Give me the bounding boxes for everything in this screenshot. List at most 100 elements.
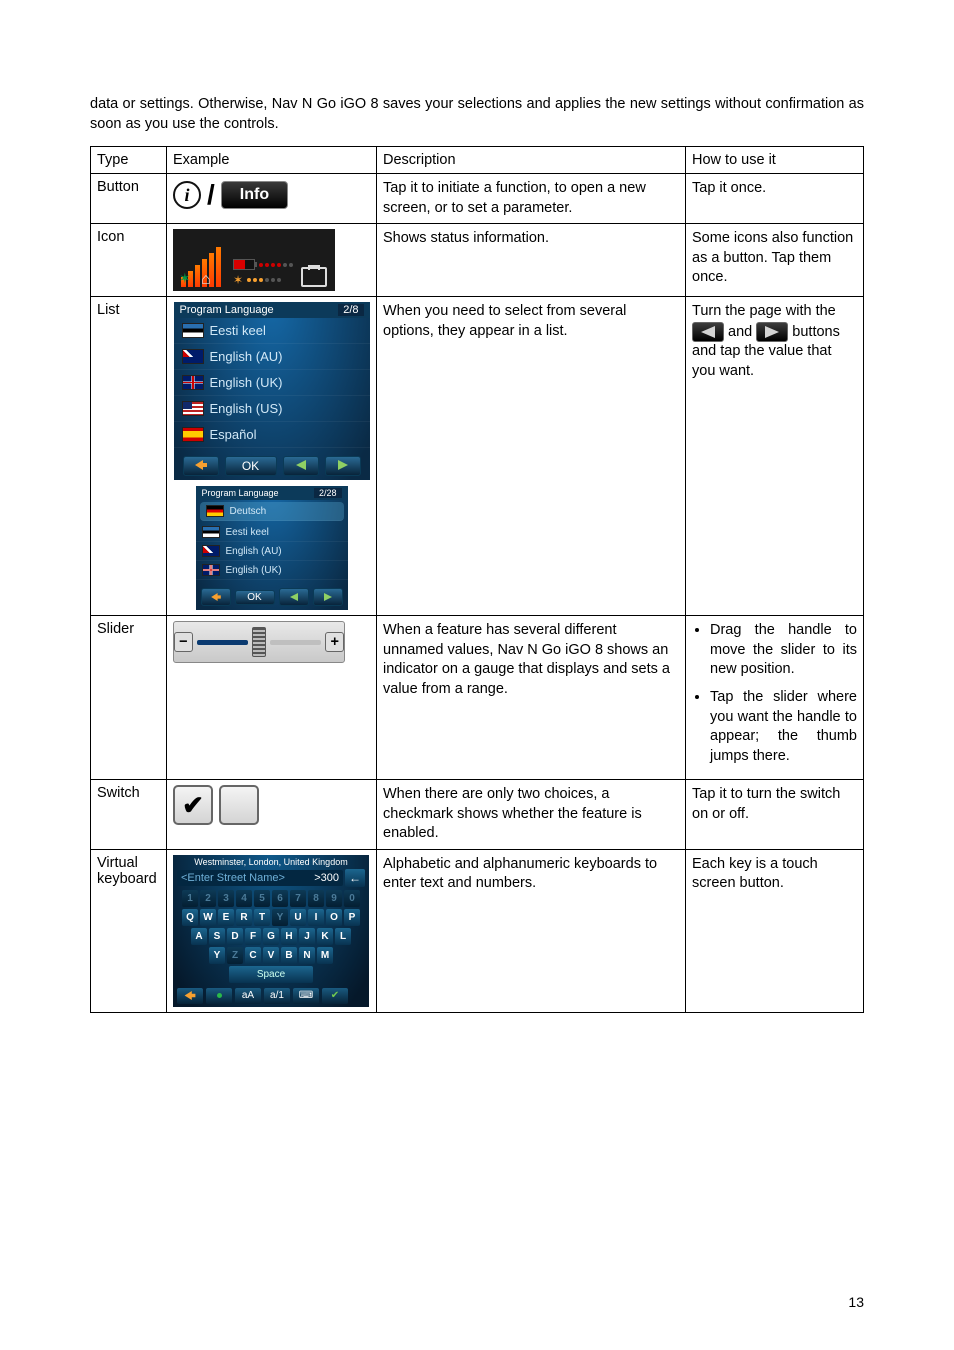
info-button[interactable]: Info (221, 181, 288, 209)
key[interactable]: L (335, 928, 351, 945)
kb-row: 1 2 3 4 5 6 7 8 9 0 (177, 890, 365, 907)
prev-arrow-icon[interactable] (692, 322, 724, 342)
type-cell: Virtual keyboard (91, 849, 167, 1012)
key[interactable]: V (263, 947, 279, 964)
vk-mode-button[interactable]: a/1 (264, 988, 290, 1004)
hdr-type: Type (91, 147, 167, 174)
slider-control[interactable]: − + (173, 621, 345, 663)
list-item[interactable]: English (AU) (174, 344, 370, 370)
list-item[interactable]: English (UK) (174, 370, 370, 396)
key[interactable]: 1 (182, 890, 198, 907)
kb-row: A S D F G H J K L (177, 928, 365, 945)
list-item[interactable]: Español (174, 422, 370, 448)
row-virtual-keyboard: Virtual keyboard Westminster, London, Un… (91, 849, 864, 1012)
next-page-button[interactable] (313, 588, 343, 606)
prev-page-button[interactable] (279, 588, 309, 606)
vk-input[interactable]: <Enter Street Name> >300 (177, 870, 343, 886)
switch-off[interactable] (219, 785, 259, 825)
controls-table: Type Example Description How to use it B… (90, 146, 864, 1013)
space-key[interactable]: Space (229, 966, 313, 983)
key[interactable]: F (245, 928, 261, 945)
key[interactable]: 5 (254, 890, 270, 907)
desc-cell: Shows status information. (377, 224, 686, 297)
key[interactable]: T (254, 909, 270, 926)
ok-button[interactable]: OK (235, 590, 275, 605)
key[interactable]: Y (209, 947, 225, 964)
checkmark-icon: ✔ (182, 790, 204, 821)
virtual-keyboard: Westminster, London, United Kingdom <Ent… (173, 855, 369, 1007)
key[interactable]: H (281, 928, 297, 945)
desc-cell: Tap it to initiate a function, to open a… (377, 174, 686, 224)
example-cell: ✶ ⌂ ✶ (167, 224, 377, 297)
key[interactable]: E (218, 909, 234, 926)
key[interactable]: S (209, 928, 225, 945)
example-cell: ✔ (167, 780, 377, 850)
key[interactable]: K (317, 928, 333, 945)
list-item[interactable]: Deutsch (200, 502, 344, 521)
key[interactable]: 2 (200, 890, 216, 907)
key[interactable]: R (236, 909, 252, 926)
key[interactable]: C (245, 947, 261, 964)
slider-track-empty (270, 640, 321, 645)
howto-cell: Tap it to turn the switch on or off. (686, 780, 864, 850)
key[interactable]: Q (182, 909, 198, 926)
switch-on[interactable]: ✔ (173, 785, 213, 825)
ok-button[interactable]: OK (225, 456, 277, 476)
key[interactable]: P (344, 909, 360, 926)
key[interactable]: O (326, 909, 342, 926)
slider-thumb[interactable] (252, 627, 267, 657)
list-item[interactable]: English (AU) (196, 542, 348, 561)
key[interactable]: 3 (218, 890, 234, 907)
row-slider: Slider − + When a feature has several di… (91, 616, 864, 780)
back-button[interactable] (201, 588, 231, 606)
key[interactable]: J (299, 928, 315, 945)
list-item[interactable]: Eesti keel (196, 523, 348, 542)
howto-cell: Drag the handle to move the slider to it… (686, 616, 864, 780)
type-cell: Switch (91, 780, 167, 850)
vk-back-button[interactable] (177, 988, 203, 1004)
key[interactable]: 6 (272, 890, 288, 907)
key[interactable]: M (317, 947, 333, 964)
list-item[interactable]: English (US) (174, 396, 370, 422)
key[interactable]: A (191, 928, 207, 945)
intro-text: data or settings. Otherwise, Nav N Go iG… (90, 95, 864, 134)
key[interactable]: G (263, 928, 279, 945)
key[interactable]: N (299, 947, 315, 964)
key[interactable]: 0 (344, 890, 360, 907)
hdr-example: Example (167, 147, 377, 174)
example-cell: − + (167, 616, 377, 780)
hdr-howto: How to use it (686, 147, 864, 174)
backspace-button[interactable]: ← (345, 869, 365, 887)
desc-cell: When there are only two choices, a check… (377, 780, 686, 850)
key[interactable]: B (281, 947, 297, 964)
next-arrow-icon[interactable] (756, 322, 788, 342)
key[interactable]: D (227, 928, 243, 945)
key[interactable]: Z (227, 947, 243, 964)
list-item[interactable]: Eesti keel (174, 318, 370, 344)
indicator-dots (247, 278, 281, 282)
vk-done-button[interactable]: ✔ (322, 988, 348, 1004)
row-icon: Icon ✶ ⌂ (91, 224, 864, 297)
vk-shift-button[interactable]: aA (235, 988, 261, 1004)
separator-slash: / (207, 179, 215, 211)
back-button[interactable] (183, 456, 219, 476)
key[interactable]: 9 (326, 890, 342, 907)
keyboard-icon[interactable]: ⌨ (293, 988, 319, 1004)
key[interactable]: 4 (236, 890, 252, 907)
key[interactable]: 7 (290, 890, 306, 907)
key[interactable]: W (200, 909, 216, 926)
next-page-button[interactable] (325, 456, 361, 476)
minus-button[interactable]: − (174, 632, 193, 652)
info-icon[interactable]: i (173, 181, 201, 209)
row-switch: Switch ✔ When there are only two choices… (91, 780, 864, 850)
kb-row: Space (177, 966, 365, 983)
list-item[interactable]: English (UK) (196, 561, 348, 580)
kb-row: Q W E R T Y U I O P (177, 909, 365, 926)
key[interactable]: Y (272, 909, 288, 926)
key[interactable]: U (290, 909, 306, 926)
key[interactable]: I (308, 909, 324, 926)
plus-button[interactable]: + (325, 632, 344, 652)
list-title: Program Language (202, 488, 279, 498)
key[interactable]: 8 (308, 890, 324, 907)
prev-page-button[interactable] (283, 456, 319, 476)
